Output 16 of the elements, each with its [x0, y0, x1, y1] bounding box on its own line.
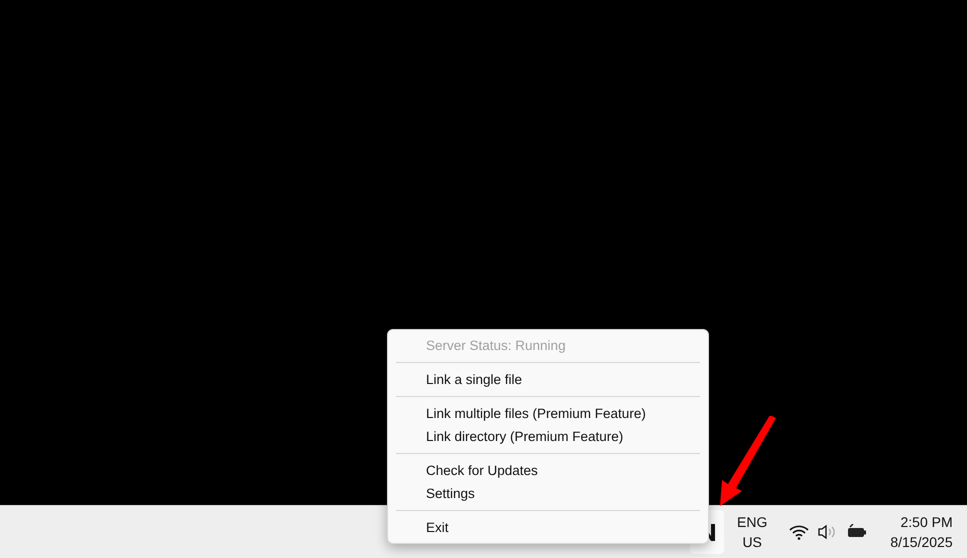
language-code: ENG	[737, 513, 768, 532]
language-indicator[interactable]: ENG US	[737, 512, 768, 552]
menu-item[interactable]: Exit	[396, 516, 700, 539]
region-code: US	[742, 533, 762, 552]
wifi-icon[interactable]	[789, 524, 810, 540]
battery-icon[interactable]	[846, 524, 868, 540]
menu-item[interactable]: Check for Updates	[396, 459, 700, 482]
clock-date: 8/15/2025	[890, 533, 953, 552]
menu-item: Server Status: Running	[425, 337, 567, 355]
clock-time: 2:50 PM	[900, 513, 953, 532]
menu-item[interactable]: Settings	[396, 482, 700, 505]
speaker-icon[interactable]	[817, 524, 838, 540]
menu-item[interactable]: Link directory (Premium Feature)	[396, 425, 700, 448]
menu-item[interactable]: Link a single file	[396, 368, 700, 391]
clock[interactable]: 2:50 PM 8/15/2025	[890, 512, 953, 552]
menu-item[interactable]: Link multiple files (Premium Feature)	[396, 402, 700, 425]
